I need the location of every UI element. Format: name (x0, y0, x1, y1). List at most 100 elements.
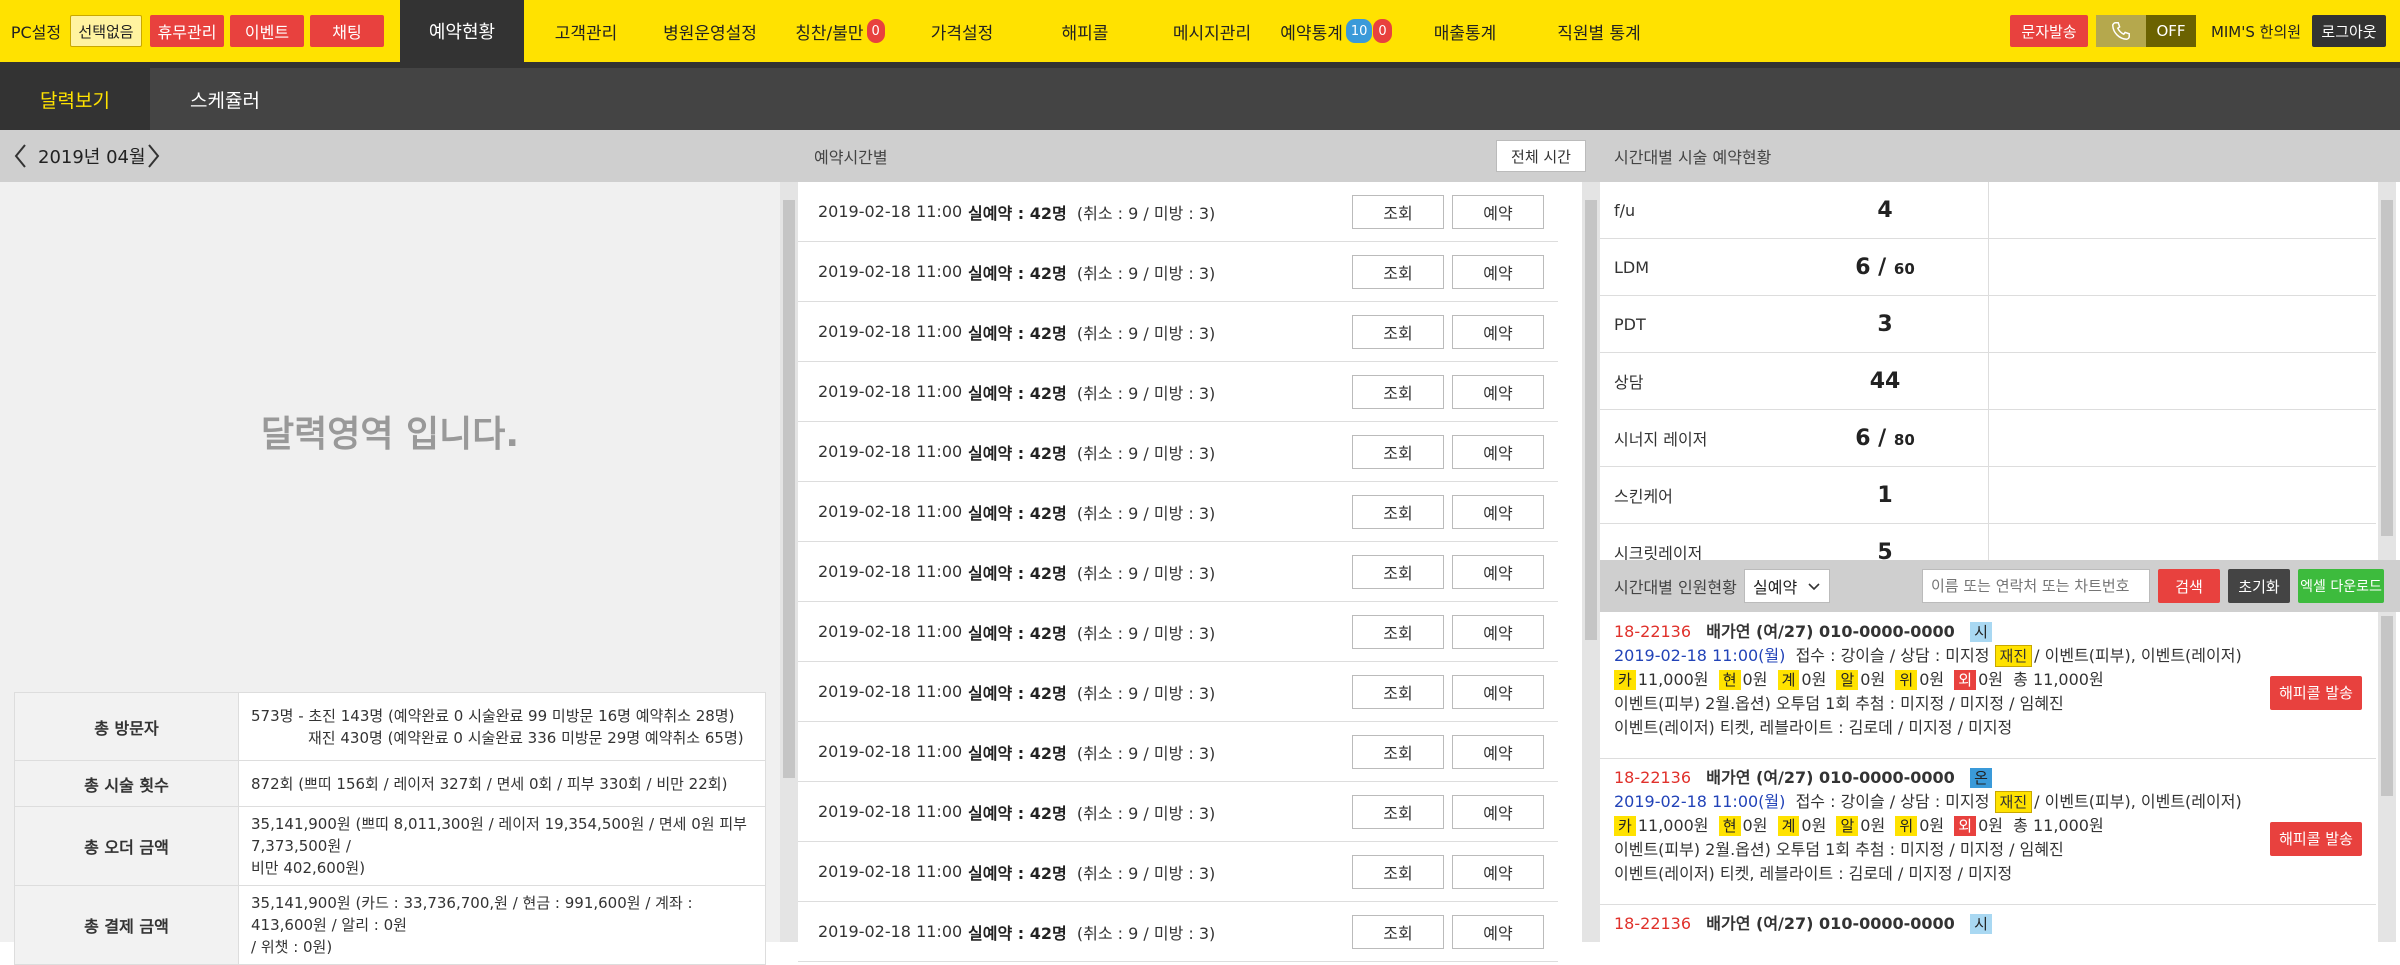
treatment-extra-cell (1988, 467, 2376, 524)
all-time-button[interactable]: 전체 시간 (1496, 140, 1586, 172)
count-value: 4 (1877, 197, 1893, 223)
nav-pricing[interactable]: 가격설정 (910, 0, 1014, 62)
view-button[interactable]: 조회 (1352, 435, 1444, 469)
reserve-button[interactable]: 예약 (1452, 255, 1544, 289)
reserve-button[interactable]: 예약 (1452, 495, 1544, 529)
nav-message[interactable]: 메시지관리 (1150, 0, 1274, 62)
view-button[interactable]: 조회 (1352, 795, 1444, 829)
view-button[interactable]: 조회 (1352, 915, 1444, 949)
patient-search-input[interactable] (1922, 569, 2150, 603)
sub-nav: 달력보기 스케쥴러 (0, 62, 2400, 130)
nav-clinic-settings[interactable]: 병원운영설정 (650, 0, 770, 62)
nav-res-stats-label: 예약통계 (1280, 23, 1343, 44)
visit-date: 2019-02-18 11:00(월) (1614, 792, 1786, 811)
view-button[interactable]: 조회 (1352, 615, 1444, 649)
prev-month-icon[interactable] (12, 142, 30, 170)
pc-setting-link[interactable]: PC설정 (8, 0, 64, 62)
happycall-send-button[interactable]: 해피콜 발송 (2270, 822, 2362, 856)
payment-type-badge: 알 (1836, 816, 1859, 836)
stat-value: 872회 (쁘띠 156회 / 레이저 327회 / 면세 0회 / 피부 33… (238, 760, 766, 807)
holiday-button[interactable]: 휴무관리 (150, 15, 224, 47)
event-button[interactable]: 이벤트 (230, 15, 304, 47)
patient-scrollbar[interactable] (2378, 612, 2396, 942)
view-button[interactable]: 조회 (1352, 315, 1444, 349)
reserve-button[interactable]: 예약 (1452, 855, 1544, 889)
view-button[interactable]: 조회 (1352, 555, 1444, 589)
reserve-button[interactable]: 예약 (1452, 675, 1544, 709)
phone-status-toggle[interactable]: OFF (2146, 15, 2196, 47)
patient-card[interactable]: 18-22136 배가연 (여/27) 010-0000-0000 시 2019-… (1614, 620, 2384, 740)
reservation-row: 2019-02-18 11:00 실예약 : 42명 (취소 : 9 / 미방 :… (798, 482, 1558, 542)
stats-count-badge-red: 0 (1373, 19, 1392, 43)
channel-badge: 온 (1970, 768, 1992, 788)
search-button[interactable]: 검색 (2158, 569, 2220, 603)
reserve-button[interactable]: 예약 (1452, 435, 1544, 469)
view-button[interactable]: 조회 (1352, 735, 1444, 769)
reserve-button[interactable]: 예약 (1452, 735, 1544, 769)
treatment-row: 상담 44 (1600, 353, 2376, 410)
capacity-value: 80 (1893, 430, 1915, 449)
view-button[interactable]: 조회 (1352, 195, 1444, 229)
reservation-row: 2019-02-18 11:00 실예약 : 42명 (취소 : 9 / 미방 :… (798, 182, 1558, 242)
tab-calendar-view[interactable]: 달력보기 (0, 68, 150, 130)
cancel-noshow: (취소 : 9 / 미방 : 3) (1076, 743, 1216, 763)
nav-praise-complaint[interactable]: 칭찬/불만 0 (780, 0, 900, 62)
cancel-noshow: (취소 : 9 / 미방 : 3) (1076, 203, 1216, 223)
payment-total: 총 11,000원 (2013, 670, 2104, 689)
reserve-button[interactable]: 예약 (1452, 315, 1544, 349)
logout-button[interactable]: 로그아웃 (2312, 15, 2386, 47)
nav-reservation-status[interactable]: 예약현황 (400, 0, 524, 62)
nav-customer[interactable]: 고객관리 (530, 0, 642, 62)
view-button[interactable]: 조회 (1352, 255, 1444, 289)
treatment-scrollbar[interactable] (2378, 182, 2396, 560)
scroll-thumb[interactable] (1585, 200, 1597, 640)
excel-download-button[interactable]: 엑셀 다운로드 (2298, 569, 2384, 603)
patient-header-title: 시간대별 인원현황 (1614, 578, 1737, 597)
phone-icon[interactable] (2096, 15, 2146, 47)
reset-button[interactable]: 초기화 (2228, 569, 2290, 603)
nav-happycall[interactable]: 해피콜 (1030, 0, 1140, 62)
calendar-header: 2019년 04월 (0, 130, 780, 182)
chart-number: 18-22136 (1614, 914, 1692, 933)
no-selection-button[interactable]: 선택없음 (70, 15, 142, 47)
patient-name: 배가연 (여/27) 010-0000-0000 (1706, 914, 1955, 933)
view-button[interactable]: 조회 (1352, 855, 1444, 889)
actual-count: 실예약 : 42명 (968, 263, 1067, 283)
patient-card[interactable]: 18-22136 배가연 (여/27) 010-0000-0000 온 2019-… (1614, 766, 2384, 886)
calendar-placeholder: 달력영역 입니다. (260, 414, 520, 455)
calendar-panel: 달력영역 입니다. 총 방문자 573명 - 초진 143명 (예약완료 0 시… (0, 182, 780, 965)
reserve-button[interactable]: 예약 (1452, 795, 1544, 829)
scroll-thumb[interactable] (2381, 200, 2393, 536)
stat-line: 35,141,900원 (카드 : 33,736,700,원 / 현금 : 99… (251, 894, 693, 934)
view-button[interactable]: 조회 (1352, 375, 1444, 409)
scroll-thumb[interactable] (783, 200, 795, 778)
cancel-noshow: (취소 : 9 / 미방 : 3) (1076, 323, 1216, 343)
reservation-row: 2019-02-18 11:00 실예약 : 42명 (취소 : 9 / 미방 :… (798, 722, 1558, 782)
view-button[interactable]: 조회 (1352, 675, 1444, 709)
reserve-button[interactable]: 예약 (1452, 195, 1544, 229)
chat-button[interactable]: 채팅 (310, 15, 384, 47)
sms-send-button[interactable]: 문자발송 (2010, 15, 2088, 47)
reserve-button[interactable]: 예약 (1452, 375, 1544, 409)
treatment-extra-cell (1988, 182, 2376, 239)
reservation-datetime: 2019-02-18 11:00 (818, 922, 963, 941)
view-button[interactable]: 조회 (1352, 495, 1444, 529)
reserve-button[interactable]: 예약 (1452, 555, 1544, 589)
reservation-type-select[interactable]: 실예약 (1744, 569, 1830, 603)
scroll-thumb[interactable] (2381, 616, 2393, 796)
nav-staff-stats[interactable]: 직원별 통계 (1534, 0, 1664, 62)
nav-sales-stats[interactable]: 매출통계 (1410, 0, 1520, 62)
nav-reservation-stats[interactable]: 예약통계 10 0 (1276, 0, 1396, 62)
treatment-name: 스킨케어 (1614, 487, 1673, 506)
reservation-scrollbar-right[interactable] (1582, 182, 1600, 942)
tab-scheduler[interactable]: 스케쥴러 (150, 68, 300, 130)
count-value: 3 (1877, 311, 1893, 337)
actual-count: 실예약 : 42명 (968, 563, 1067, 583)
reserve-button[interactable]: 예약 (1452, 915, 1544, 949)
patient-card[interactable]: 18-22136 배가연 (여/27) 010-0000-0000 시 (1614, 912, 2384, 936)
reservation-row: 2019-02-18 11:00 실예약 : 42명 (취소 : 9 / 미방 :… (798, 362, 1558, 422)
reserve-button[interactable]: 예약 (1452, 615, 1544, 649)
next-month-icon[interactable] (144, 142, 162, 170)
reservation-scrollbar-left[interactable] (780, 182, 798, 942)
happycall-send-button[interactable]: 해피콜 발송 (2270, 676, 2362, 710)
